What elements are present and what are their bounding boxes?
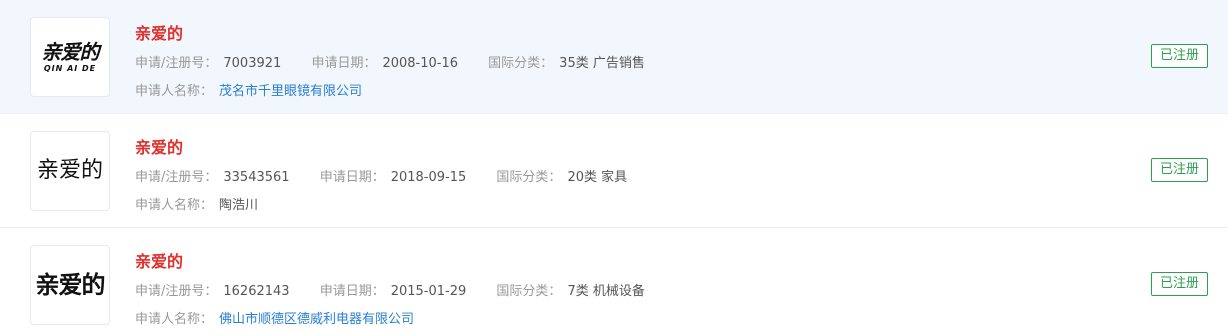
reg-no-value: 16262143 xyxy=(223,284,290,299)
reg-no-label: 申请/注册号： xyxy=(135,170,218,185)
applicant-link[interactable]: 茂名市千里眼镜有限公司 xyxy=(219,84,362,99)
intl-class-field: 国际分类： 7类 机械设备 xyxy=(496,284,644,299)
trademark-row[interactable]: 亲爱的 亲爱的 申请/注册号： 16262143 申请日期： 2015-01-29 … xyxy=(0,228,1228,336)
applicant-field: 申请人名称： 陶浩川 xyxy=(135,194,258,213)
apply-date-label: 申请日期： xyxy=(319,170,385,185)
trademark-name[interactable]: 亲爱的 xyxy=(135,20,183,44)
trademark-row[interactable]: 亲爱的 亲爱的 申请/注册号： 33543561 申请日期： 2018-09-15 … xyxy=(0,114,1228,228)
apply-date-field: 申请日期： 2018-09-15 xyxy=(320,170,467,185)
logo-mark-text: 亲爱的 xyxy=(36,158,103,183)
applicant-label: 申请人名称： xyxy=(135,198,214,213)
reg-no-field: 申请/注册号： 16262143 xyxy=(135,284,290,299)
logo-mark-text: 亲爱的 xyxy=(41,39,100,64)
logo-mark-subtext: QIN AI DE xyxy=(43,63,97,73)
intl-class-label: 国际分类： xyxy=(496,170,562,185)
trademark-name[interactable]: 亲爱的 xyxy=(135,134,183,158)
apply-date-value: 2008-10-16 xyxy=(382,56,459,71)
intl-class-field: 国际分类： 20类 家具 xyxy=(496,170,627,185)
status-badge: 已注册 xyxy=(1150,158,1208,182)
trademark-meta: 申请/注册号： 33543561 申请日期： 2018-09-15 国际分类： 20类… xyxy=(135,166,653,185)
applicant-link[interactable]: 佛山市顺德区德威利电器有限公司 xyxy=(219,312,414,327)
intl-class-value: 7类 机械设备 xyxy=(567,284,645,299)
applicant-field: 申请人名称： 茂名市千里眼镜有限公司 xyxy=(135,80,362,99)
reg-no-value: 7003921 xyxy=(223,56,282,71)
trademark-meta: 申请/注册号： 7003921 申请日期： 2008-10-16 国际分类： 35类 … xyxy=(135,52,671,71)
applicant-label: 申请人名称： xyxy=(135,84,214,99)
trademark-logo[interactable]: 亲爱的 xyxy=(30,245,110,325)
applicant-label: 申请人名称： xyxy=(135,312,214,327)
logo-mark-text: 亲爱的 xyxy=(35,270,106,299)
applicant-value: 陶浩川 xyxy=(219,198,259,213)
trademark-name[interactable]: 亲爱的 xyxy=(135,248,183,272)
apply-date-field: 申请日期： 2015-01-29 xyxy=(320,284,467,299)
trademark-logo[interactable]: 亲爱的 xyxy=(30,131,110,211)
apply-date-label: 申请日期： xyxy=(319,284,385,299)
apply-date-value: 2018-09-15 xyxy=(390,170,467,185)
reg-no-field: 申请/注册号： 33543561 xyxy=(135,170,290,185)
intl-class-label: 国际分类： xyxy=(488,56,554,71)
reg-no-label: 申请/注册号： xyxy=(135,56,218,71)
apply-date-value: 2015-01-29 xyxy=(390,284,467,299)
reg-no-field: 申请/注册号： 7003921 xyxy=(135,56,281,71)
intl-class-value: 20类 家具 xyxy=(567,170,628,185)
status-badge: 已注册 xyxy=(1150,272,1208,296)
intl-class-value: 35类 广告销售 xyxy=(559,56,645,71)
trademark-row[interactable]: 亲爱的 QIN AI DE 亲爱的 申请/注册号： 7003921 申请日期： 20… xyxy=(0,0,1228,114)
trademark-list: 亲爱的 QIN AI DE 亲爱的 申请/注册号： 7003921 申请日期： 20… xyxy=(0,0,1228,336)
status-badge: 已注册 xyxy=(1150,44,1208,68)
intl-class-label: 国际分类： xyxy=(496,284,562,299)
reg-no-value: 33543561 xyxy=(223,170,290,185)
apply-date-field: 申请日期： 2008-10-16 xyxy=(311,56,458,71)
intl-class-field: 国际分类： 35类 广告销售 xyxy=(488,56,645,71)
applicant-field: 申请人名称： 佛山市顺德区德威利电器有限公司 xyxy=(135,308,414,327)
trademark-meta: 申请/注册号： 16262143 申请日期： 2015-01-29 国际分类： 7类 … xyxy=(135,280,671,299)
reg-no-label: 申请/注册号： xyxy=(135,284,218,299)
trademark-logo[interactable]: 亲爱的 QIN AI DE xyxy=(30,17,110,97)
apply-date-label: 申请日期： xyxy=(311,56,377,71)
